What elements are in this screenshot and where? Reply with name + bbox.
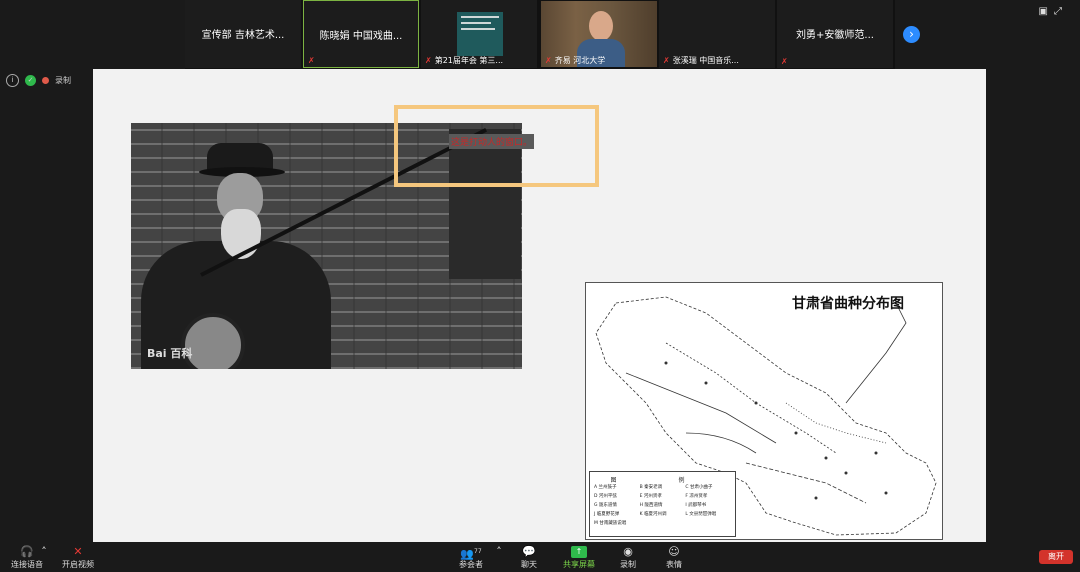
recording-icon (42, 77, 49, 84)
mic-muted-icon: ✗ (663, 56, 670, 65)
gallery-view-icon[interactable]: ▣ (1039, 6, 1054, 17)
mic-muted-icon: ✗ (308, 56, 315, 65)
participant-name: 宣传部 吉林艺术... (201, 30, 285, 41)
mic-muted-icon: ✗ (781, 57, 788, 66)
participant-count: 77 (474, 548, 482, 555)
record-button[interactable]: ◉ 录制 (614, 545, 642, 570)
chat-label: 聊天 (521, 560, 537, 569)
legend-item: D 河州平弦 (594, 494, 617, 499)
legend-item: I 武都琴书 (685, 503, 707, 508)
security-shield-icon[interactable]: ✓ (25, 75, 36, 86)
book-cover-thumbnail (457, 12, 503, 56)
record-label: 录制 (620, 560, 636, 569)
recording-label: 录制 (55, 76, 71, 85)
photo-watermark: Bai 百科 (147, 347, 193, 360)
reactions-label: 表情 (666, 560, 682, 569)
participant-tile[interactable]: ✗ 齐易 河北大学 (541, 0, 657, 68)
next-page-button[interactable]: › (903, 26, 920, 43)
share-screen-button[interactable]: ↑ 共享屏幕 (560, 545, 598, 570)
participant-caption: 第21届年会 第三... (434, 56, 504, 65)
participant-tile-active[interactable]: 陈晓娟 中国戏曲... ✗ (303, 0, 419, 68)
legend-item: M 甘南藏族说唱 (594, 521, 627, 526)
legend-item: B 秦安老调 (639, 485, 663, 490)
participant-name: 刘勇+安徽师范... (796, 30, 874, 41)
participant-tile[interactable]: 刘勇+安徽师范... ✗ (777, 0, 893, 68)
participant-tile[interactable]: ✗ 张溪瑞 中国音乐... (659, 0, 775, 68)
video-off-icon: ✕ (73, 545, 83, 558)
video-button[interactable]: ✕ 开启视频 (58, 545, 98, 570)
mic-muted-icon: ✗ (545, 56, 552, 65)
map-legend: 图 例 A 兰州鼓子 B 秦安老调 C 甘肃小曲子 D 河州平弦 E 河州贤孝 … (589, 471, 736, 537)
audio-label: 连接语音 (11, 560, 43, 569)
emoji-icon: ☺ (668, 545, 680, 558)
participant-caption: 张溪瑞 中国音乐... (672, 56, 739, 65)
record-icon: ◉ (623, 545, 633, 558)
map-title: 甘肃省曲种分布图 (792, 296, 904, 312)
info-icon[interactable]: i (6, 74, 19, 87)
leave-meeting-button[interactable]: 离开 (1039, 550, 1073, 564)
annotation-text: 这是打动人的窗口。 (449, 134, 535, 149)
chevron-right-icon: › (909, 27, 914, 41)
legend-item: H 陇西道情 (639, 503, 663, 508)
legend-item: L 文县琵琶弹唱 (685, 512, 717, 517)
chat-icon: 💬 (522, 545, 536, 558)
legend-item: J 临夏野花弹 (594, 512, 620, 517)
legend-item: E 河州贤孝 (639, 494, 662, 499)
share-screen-icon: ↑ (571, 546, 587, 558)
participants-label: 参会者 (459, 560, 483, 569)
audio-options-caret[interactable]: ˄ (40, 545, 48, 559)
caret-up-icon: ˄ (496, 545, 502, 558)
video-label: 开启视频 (62, 560, 94, 569)
shared-screen: Bai 百科 这是打动人的窗口。 甘肃省曲种分布图 图 例 A 兰州鼓子 B 秦… (93, 69, 986, 542)
view-controls[interactable]: ▣⤢ (1039, 6, 1068, 17)
fullscreen-icon[interactable]: ⤢ (1054, 6, 1068, 17)
legend-item: G 陇东道情 (594, 503, 617, 508)
participants-button[interactable]: 👥77 参会者 (452, 545, 490, 570)
participant-tile[interactable]: 宣传部 吉林艺术... (185, 0, 301, 68)
participant-caption: 齐易 河北大学 (554, 56, 606, 65)
mic-muted-icon: ✗ (425, 56, 432, 65)
legend-item: F 凉州贤孝 (685, 494, 708, 499)
participants-icon: 👥77 (460, 547, 482, 561)
share-label: 共享屏幕 (563, 560, 595, 569)
participants-options-caret[interactable]: ˄ (495, 545, 503, 559)
legend-item: A 兰州鼓子 (594, 485, 617, 490)
meeting-status: i ✓ 录制 (6, 74, 71, 87)
reactions-button[interactable]: ☺ 表情 (660, 545, 688, 570)
caret-up-icon: ˄ (41, 545, 47, 558)
map-figure: 甘肃省曲种分布图 图 例 A 兰州鼓子 B 秦安老调 C 甘肃小曲子 D 河州平… (585, 282, 943, 540)
participant-name: 陈晓娟 中国戏曲... (319, 31, 403, 42)
legend-title: 图 例 (610, 477, 715, 484)
legend-item: C 甘肃小曲子 (685, 485, 713, 490)
chat-button[interactable]: 💬 聊天 (514, 545, 544, 570)
legend-item: K 临夏河州调 (639, 512, 667, 517)
